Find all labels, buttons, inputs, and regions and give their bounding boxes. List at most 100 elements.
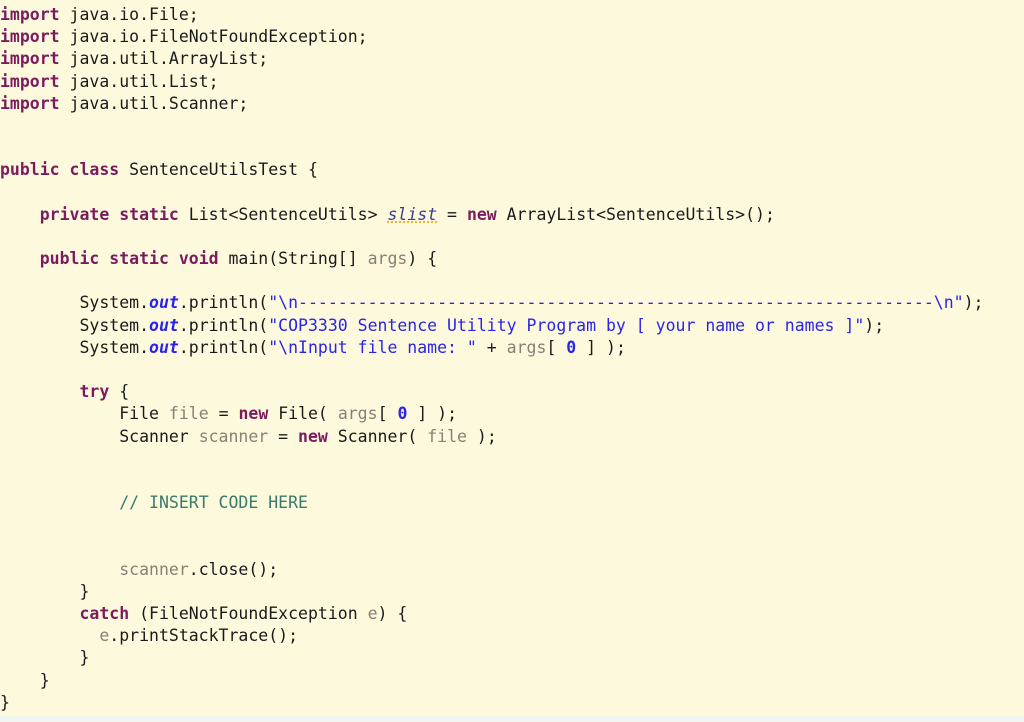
code-token-plain: ArrayList<SentenceUtils>();	[496, 204, 775, 224]
code-line: System.out.println("COP3330 Sentence Uti…	[0, 315, 1024, 337]
code-token-plain: File	[0, 404, 169, 424]
code-token-plain: ) {	[407, 249, 438, 269]
code-token-plain: File(	[268, 404, 338, 424]
code-token-local: args	[367, 249, 408, 269]
code-token-local: e	[367, 604, 378, 624]
code-token-number: 0	[397, 404, 408, 424]
code-token-string: "\nInput file name: "	[268, 337, 477, 357]
code-token-plain: System.	[0, 293, 150, 313]
code-token-local: args	[506, 337, 547, 357]
code-token-plain: .println(	[178, 293, 269, 313]
code-line: catch (FileNotFoundException e) {	[0, 603, 1024, 625]
code-token-plain: [	[546, 337, 567, 357]
code-token-plain: System.	[0, 337, 150, 357]
code-line: }	[0, 647, 1024, 669]
code-token-string: "\n-------------------------------------…	[268, 293, 964, 313]
code-line: scanner.close();	[0, 559, 1024, 581]
code-token-keyword: catch	[79, 604, 130, 624]
code-token-plain: java.util.Scanner;	[59, 93, 249, 113]
code-line: System.out.println("\n------------------…	[0, 292, 1024, 314]
code-token-keyword: import	[0, 27, 60, 47]
code-token-plain: }	[0, 581, 90, 601]
code-line: private static List<SentenceUtils> slist…	[0, 204, 1024, 226]
code-editor-view: import java.io.File; import java.io.FileN…	[0, 0, 1024, 722]
code-text-surface[interactable]: import java.io.File; import java.io.FileN…	[0, 0, 1024, 716]
code-line: try {	[0, 381, 1024, 403]
code-token-plain: SentenceUtilsTest {	[119, 160, 318, 180]
editor-bottom-edge	[0, 716, 1024, 722]
code-token-plain: ] );	[576, 337, 626, 357]
code-token-plain: [	[377, 404, 398, 424]
code-token-plain: Scanner	[0, 426, 199, 446]
code-line: }	[0, 581, 1024, 603]
code-line: Scanner scanner = new Scanner( file );	[0, 426, 1024, 448]
code-token-plain: ) {	[377, 604, 408, 624]
code-token-keyword: public static void	[39, 249, 219, 269]
code-token-comment: // INSERT CODE HERE	[119, 493, 308, 513]
code-token-number: 0	[566, 337, 577, 357]
code-token-plain: {	[109, 382, 130, 402]
code-token-plain: );	[466, 426, 497, 446]
code-token-local: args	[337, 404, 378, 424]
code-token-plain: java.io.File;	[59, 5, 199, 24]
code-token-local: file	[427, 426, 467, 446]
code-token-plain: .close();	[188, 559, 279, 579]
code-token-plain: System.	[0, 315, 150, 335]
code-token-plain: Scanner(	[327, 426, 428, 446]
code-token-keyword: import	[0, 49, 60, 69]
code-token-local: scanner	[198, 426, 269, 446]
code-line: import java.io.File;	[0, 4, 1024, 26]
code-line: }	[0, 670, 1024, 692]
code-token-plain: }	[0, 648, 90, 668]
code-token-field: out	[149, 337, 179, 357]
code-token-keyword: import	[0, 71, 60, 91]
code-token-field: out	[149, 293, 179, 313]
code-token-static-field: slist	[387, 204, 438, 224]
code-line: }	[0, 692, 1024, 714]
code-token-plain: .printStackTrace();	[109, 626, 299, 646]
code-line: public class SentenceUtilsTest {	[0, 159, 1024, 181]
code-token-plain: +	[476, 337, 507, 357]
code-token-local: e	[99, 626, 110, 646]
code-line: public static void main(String[] args) {	[0, 248, 1024, 270]
code-token-plain: java.util.ArrayList;	[59, 49, 269, 69]
code-token-plain: );	[963, 293, 984, 313]
code-line: import java.util.Scanner;	[0, 93, 1024, 115]
code-token-plain: =	[268, 426, 299, 446]
code-token-string: "COP3330 Sentence Utility Program by [ y…	[268, 315, 865, 335]
code-token-plain: =	[437, 204, 467, 224]
code-token-keyword: new	[238, 404, 269, 424]
code-token-plain: );	[864, 315, 885, 335]
code-token-plain: }	[0, 692, 10, 712]
code-token-plain: (FileNotFoundException	[129, 604, 368, 624]
code-line: import java.io.FileNotFoundException;	[0, 26, 1024, 48]
code-token-keyword: new	[298, 426, 328, 446]
code-line: File file = new File( args[ 0 ] );	[0, 403, 1024, 425]
code-token-plain: List<SentenceUtils>	[178, 204, 388, 224]
code-token-plain: java.io.FileNotFoundException;	[59, 27, 368, 47]
code-token-keyword: new	[466, 204, 497, 224]
code-line: e.printStackTrace();	[0, 625, 1024, 647]
code-line: import java.util.List;	[0, 71, 1024, 93]
code-token-plain: .println(	[178, 337, 269, 357]
code-token-keyword: private static	[39, 204, 179, 224]
code-token-plain: ] );	[407, 404, 458, 424]
code-token-plain: .println(	[178, 315, 269, 335]
code-line: import java.util.ArrayList;	[0, 48, 1024, 70]
code-token-keyword: public class	[0, 160, 120, 180]
